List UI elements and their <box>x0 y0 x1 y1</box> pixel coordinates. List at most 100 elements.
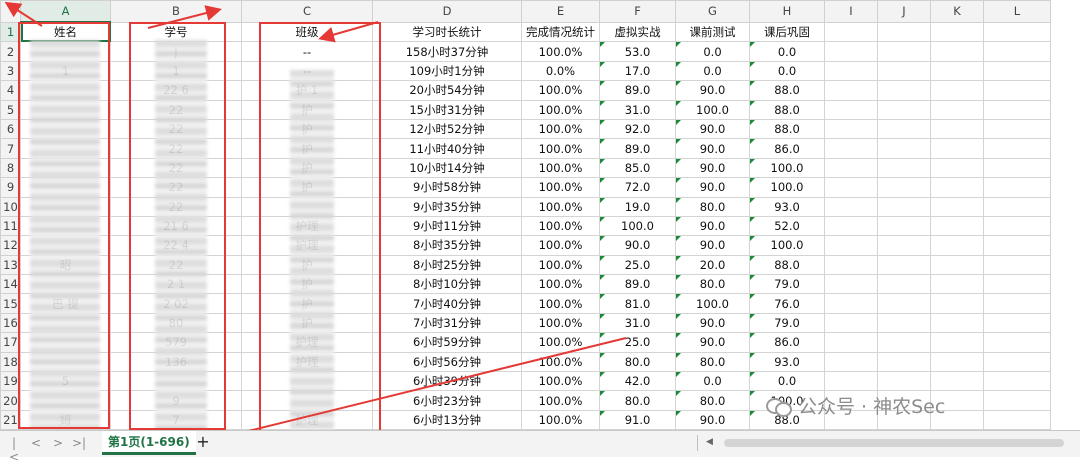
cell-empty[interactable] <box>825 372 878 391</box>
cell-empty[interactable] <box>931 178 984 197</box>
cell-d[interactable]: 7小时40分钟 <box>373 294 522 313</box>
cell-empty[interactable] <box>825 255 878 274</box>
row-header[interactable]: 2 <box>1 42 21 61</box>
cell-empty[interactable] <box>825 236 878 255</box>
cell-f[interactable]: 17.0 <box>600 61 676 80</box>
cell-g[interactable]: 90.0 <box>676 139 750 158</box>
cell-d[interactable]: 9小时35分钟 <box>373 197 522 216</box>
cell-g[interactable]: 90.0 <box>676 216 750 235</box>
cell-e[interactable]: 100.0% <box>522 410 600 429</box>
cell-e1[interactable]: 完成情况统计 <box>522 22 600 42</box>
cell-e[interactable]: 100.0% <box>522 100 600 119</box>
cell-empty[interactable] <box>984 197 1051 216</box>
row-header[interactable]: 14 <box>1 275 21 294</box>
cell-empty[interactable] <box>931 139 984 158</box>
cell-f[interactable]: 81.0 <box>600 294 676 313</box>
cell-empty[interactable] <box>878 197 931 216</box>
cell-h[interactable]: 88.0 <box>750 100 825 119</box>
cell-empty[interactable] <box>878 158 931 177</box>
cell-empty[interactable] <box>931 197 984 216</box>
row-header[interactable]: 12 <box>1 236 21 255</box>
row-header[interactable]: 8 <box>1 158 21 177</box>
cell-e[interactable]: 100.0% <box>522 42 600 61</box>
spreadsheet-grid[interactable]: A B C D E F G H I J K L 1 姓名 学号 班级 学习时长统… <box>0 0 1080 430</box>
cell-g[interactable]: 90.0 <box>676 333 750 352</box>
column-header-g[interactable]: G <box>676 1 750 23</box>
cell-empty[interactable] <box>878 61 931 80</box>
last-sheet-icon[interactable]: >| <box>72 436 84 450</box>
select-all-corner[interactable] <box>1 1 21 23</box>
cell-h[interactable]: 52.0 <box>750 216 825 235</box>
cell-g1[interactable]: 课前测试 <box>676 22 750 42</box>
row-header[interactable]: 6 <box>1 119 21 138</box>
cell-d[interactable]: 7小时31分钟 <box>373 313 522 332</box>
cell-g[interactable]: 90.0 <box>676 178 750 197</box>
cell-empty[interactable] <box>825 294 878 313</box>
column-header-d[interactable]: D <box>373 1 522 23</box>
cell-e[interactable]: 100.0% <box>522 236 600 255</box>
cell-d[interactable]: 158小时37分钟 <box>373 42 522 61</box>
cell-d[interactable]: 8小时25分钟 <box>373 255 522 274</box>
horizontal-scrollbar[interactable]: ◀ <box>704 437 1074 449</box>
column-header-j[interactable]: J <box>878 1 931 23</box>
cell-d[interactable]: 20小时54分钟 <box>373 81 522 100</box>
cell-g[interactable]: 80.0 <box>676 275 750 294</box>
cell-empty[interactable] <box>825 275 878 294</box>
cell-empty[interactable] <box>984 61 1051 80</box>
cell-f[interactable]: 89.0 <box>600 275 676 294</box>
cell-g[interactable]: 100.0 <box>676 294 750 313</box>
cell-d[interactable]: 8小时10分钟 <box>373 275 522 294</box>
cell-e[interactable]: 100.0% <box>522 352 600 371</box>
cell-empty[interactable] <box>878 139 931 158</box>
cell-h[interactable]: 100.0 <box>750 236 825 255</box>
cell-d[interactable]: 8小时35分钟 <box>373 236 522 255</box>
cell-g[interactable]: 90.0 <box>676 119 750 138</box>
cell-empty[interactable] <box>984 275 1051 294</box>
cell-f[interactable]: 53.0 <box>600 42 676 61</box>
cell-i1[interactable] <box>825 22 878 42</box>
cell-a1[interactable]: 姓名 <box>21 22 111 42</box>
cell-d1[interactable]: 学习时长统计 <box>373 22 522 42</box>
cell-empty[interactable] <box>984 372 1051 391</box>
cell-l1[interactable] <box>984 22 1051 42</box>
column-header-h[interactable]: H <box>750 1 825 23</box>
cell-g[interactable]: 90.0 <box>676 81 750 100</box>
row-header[interactable]: 4 <box>1 81 21 100</box>
cell-empty[interactable] <box>931 100 984 119</box>
cell-empty[interactable] <box>984 139 1051 158</box>
cell-f[interactable]: 25.0 <box>600 255 676 274</box>
cell-h[interactable]: 93.0 <box>750 197 825 216</box>
cell-e[interactable]: 100.0% <box>522 158 600 177</box>
cell-empty[interactable] <box>825 216 878 235</box>
cell-empty[interactable] <box>825 119 878 138</box>
cell-empty[interactable] <box>878 42 931 61</box>
cell-empty[interactable] <box>984 391 1051 410</box>
cell-empty[interactable] <box>984 255 1051 274</box>
cell-h[interactable]: 0.0 <box>750 61 825 80</box>
cell-d[interactable]: 11小时40分钟 <box>373 139 522 158</box>
cell-g[interactable]: 90.0 <box>676 313 750 332</box>
cell-g[interactable]: 80.0 <box>676 352 750 371</box>
cell-empty[interactable] <box>878 372 931 391</box>
cell-empty[interactable] <box>931 119 984 138</box>
cell-empty[interactable] <box>931 255 984 274</box>
cell-e[interactable]: 100.0% <box>522 255 600 274</box>
cell-g[interactable]: 20.0 <box>676 255 750 274</box>
cell-d[interactable]: 6小时13分钟 <box>373 410 522 429</box>
column-header-f[interactable]: F <box>600 1 676 23</box>
column-header-a[interactable]: A <box>21 1 111 23</box>
cell-empty[interactable] <box>878 294 931 313</box>
next-sheet-icon[interactable]: > <box>52 436 64 450</box>
cell-empty[interactable] <box>825 178 878 197</box>
cell-c[interactable]: -- <box>242 42 373 61</box>
cell-d[interactable]: 9小时58分钟 <box>373 178 522 197</box>
cell-empty[interactable] <box>878 313 931 332</box>
cell-empty[interactable] <box>931 275 984 294</box>
cell-h[interactable]: 88.0 <box>750 255 825 274</box>
cell-e[interactable]: 0.0% <box>522 61 600 80</box>
row-header[interactable]: 10 <box>1 197 21 216</box>
cell-h1[interactable]: 课后巩固 <box>750 22 825 42</box>
cell-f[interactable]: 19.0 <box>600 197 676 216</box>
cell-g[interactable]: 100.0 <box>676 100 750 119</box>
first-sheet-icon[interactable]: |< <box>8 436 20 450</box>
